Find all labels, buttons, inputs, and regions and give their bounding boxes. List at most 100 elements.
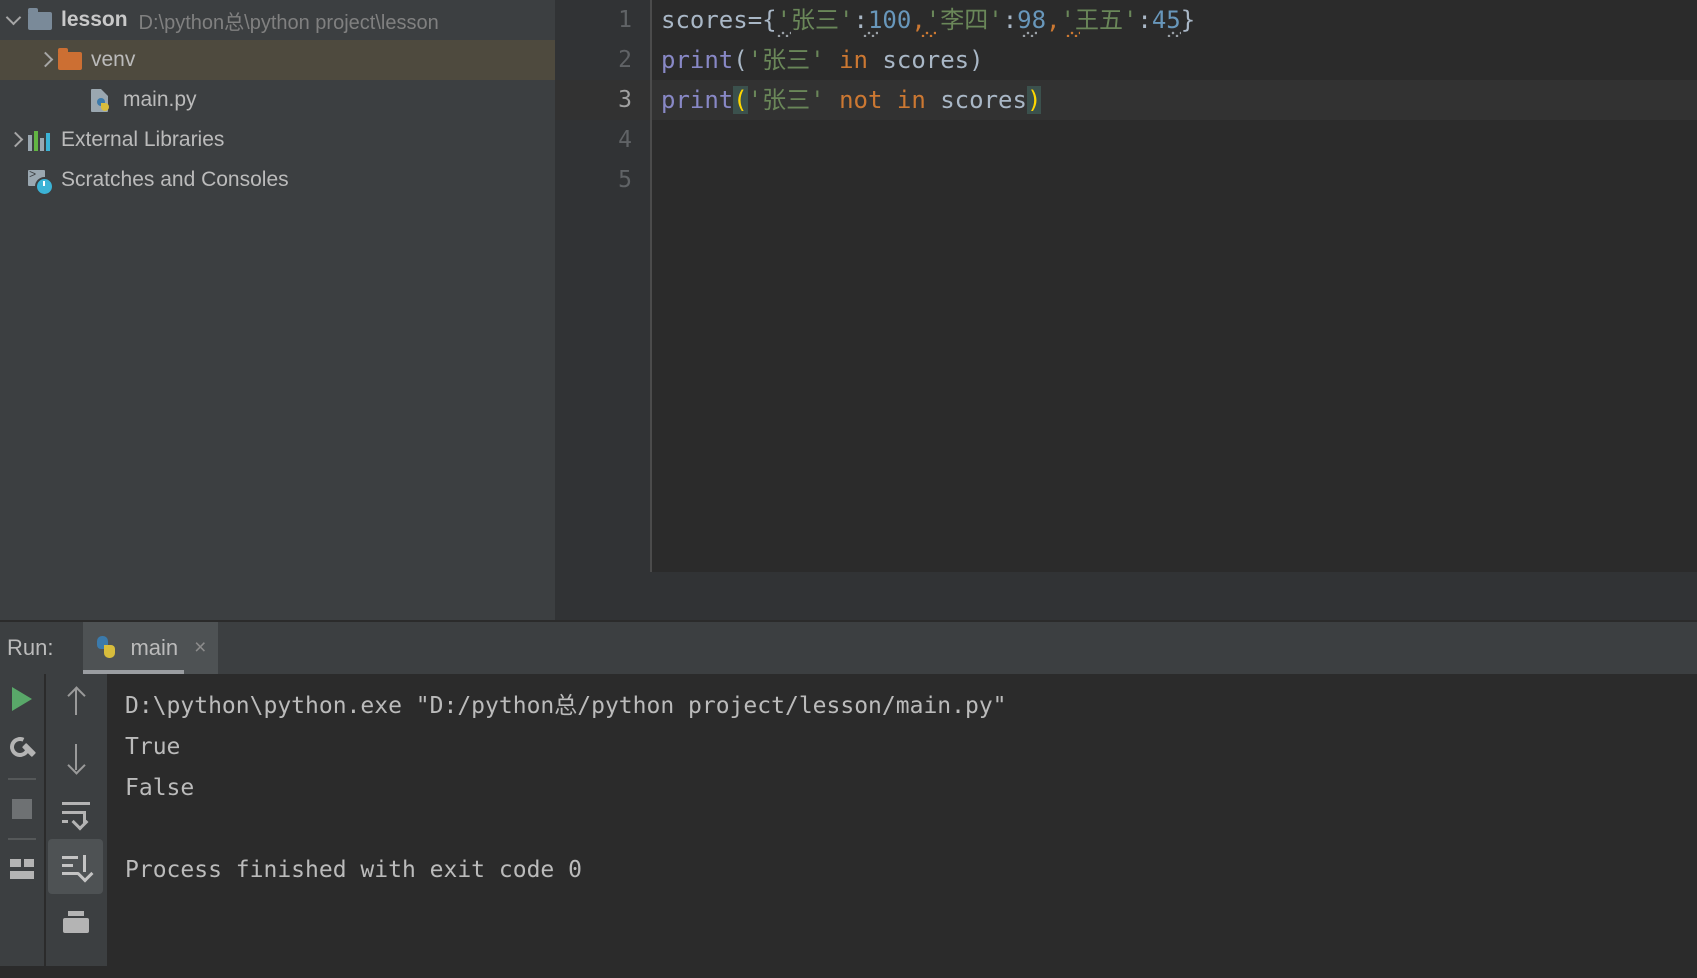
inspection-squiggle: [1065, 31, 1081, 37]
code-token: not: [839, 86, 883, 114]
code-token: '张三': [776, 6, 854, 34]
stop-button[interactable]: [0, 784, 44, 834]
code-token: ): [1026, 86, 1042, 114]
tree-item-label: lesson: [61, 8, 128, 31]
python-file-icon: [88, 87, 116, 113]
tree-item-label: External Libraries: [61, 128, 225, 151]
code-line[interactable]: print('张三' in scores): [652, 40, 1697, 80]
prev-occurrence-button[interactable]: [48, 674, 103, 729]
folder-gray-icon: [26, 7, 54, 33]
code-editor[interactable]: 12345 scores={'张三':100,'李四':98,'王五':45} p…: [555, 0, 1697, 572]
stop-icon: [12, 799, 32, 819]
tree-item-main-py[interactable]: main.py: [0, 80, 555, 120]
tree-item-label: main.py: [123, 88, 197, 111]
wrench-icon: [9, 736, 35, 762]
gutter-line-number: 4: [618, 127, 632, 153]
inspection-squiggle: [863, 31, 878, 37]
code-text-area[interactable]: scores={'张三':100,'李四':98,'王五':45} print('…: [652, 0, 1697, 572]
code-token: :: [1137, 6, 1152, 34]
run-panel-header: Run: main ×: [0, 622, 1697, 674]
tree-item-lesson[interactable]: lesson D:\python总\python project\lesson: [0, 0, 555, 40]
play-icon: [12, 687, 32, 711]
console-output[interactable]: D:\python\python.exe "D:/python总/python …: [107, 674, 1697, 978]
code-line[interactable]: print('张三' not in scores): [652, 80, 1697, 120]
soft-wrap-icon: [61, 800, 90, 830]
printer-icon: [62, 910, 89, 933]
folder-orange-icon: [56, 47, 84, 73]
chevron-down-icon[interactable]: [4, 9, 26, 31]
console-line: False: [125, 775, 195, 801]
code-line[interactable]: scores={'张三':100,'李四':98,'王五':45}: [652, 0, 1697, 40]
code-token: '张三': [747, 86, 825, 114]
toolbar-separator: [8, 838, 36, 840]
tree-item-venv[interactable]: venv: [0, 40, 555, 80]
run-label: Run:: [7, 635, 54, 660]
tree-item-scratches-and-consoles[interactable]: Scratches and Consoles: [0, 160, 555, 200]
arrow-up-icon: [65, 687, 87, 717]
code-token: scores: [882, 46, 970, 74]
layout-button[interactable]: [0, 844, 44, 894]
code-token: ,: [1046, 6, 1061, 34]
gutter-line-number: 2: [618, 47, 632, 73]
code-token: }: [1180, 6, 1196, 34]
libraries-bars-icon: [26, 127, 54, 153]
project-tool-window: lesson D:\python总\python project\lesson ve…: [0, 0, 555, 620]
scroll-to-end-icon: [61, 854, 93, 882]
gutter-line-number: 5: [618, 167, 632, 193]
project-tree: lesson D:\python总\python project\lesson ve…: [0, 0, 555, 200]
console-line: True: [125, 734, 181, 760]
code-token: print: [661, 86, 734, 114]
tree-item-external-libraries[interactable]: External Libraries: [0, 120, 555, 160]
code-token: ,: [911, 6, 926, 34]
tree-item-label: venv: [91, 48, 136, 71]
scroll-to-end-button[interactable]: [48, 839, 103, 894]
inspection-squiggle: [776, 31, 792, 37]
close-icon[interactable]: ×: [194, 636, 206, 660]
code-line[interactable]: [652, 160, 1697, 200]
console-line: D:\python\python.exe "D:/python总/python …: [125, 693, 1007, 719]
code-token: '张三': [747, 46, 825, 74]
code-token: scores: [940, 86, 1027, 114]
code-token: {: [762, 6, 777, 34]
run-toolbar-secondary: [48, 674, 103, 966]
print-button[interactable]: [48, 894, 103, 949]
editor-gutter[interactable]: 1 2 3 4 5: [555, 0, 650, 572]
chevron-right-icon[interactable]: [4, 129, 26, 151]
pycharm-window: lesson D:\python总\python project\lesson ve…: [0, 0, 1697, 978]
scratches-clock-icon: [26, 167, 54, 196]
next-occurrence-button[interactable]: [48, 729, 103, 784]
code-token: ): [969, 46, 984, 74]
code-token: (: [733, 86, 748, 114]
grid-icon: [10, 859, 34, 879]
toolbar-separator: [8, 778, 36, 780]
tree-item-label: Scratches and Consoles: [61, 168, 289, 191]
soft-wrap-button[interactable]: [48, 784, 103, 839]
code-token: (: [733, 46, 748, 74]
run-toolbar-primary: [0, 674, 44, 966]
code-token: print: [661, 46, 734, 74]
rerun-button[interactable]: [0, 674, 44, 724]
code-token: scores: [661, 6, 748, 34]
code-token: 100: [867, 6, 912, 34]
gutter-line-number: 3: [618, 87, 632, 113]
code-token: 45: [1151, 6, 1181, 34]
tree-item-path: D:\python总\python project\lesson: [138, 11, 439, 34]
run-tool-window: Run: main × D:\python\python.exe "D:/pyt…: [0, 620, 1697, 978]
chevron-right-icon[interactable]: [34, 49, 56, 71]
code-token: =: [747, 6, 763, 34]
python-icon: [95, 635, 121, 661]
code-token: '王五': [1060, 6, 1138, 34]
editor-bottom-strip: [555, 572, 1697, 620]
code-line[interactable]: [652, 120, 1697, 160]
run-settings-button[interactable]: [0, 724, 44, 774]
run-tab-label: main: [130, 635, 179, 660]
code-token: in: [839, 46, 868, 74]
run-tab-main[interactable]: main ×: [83, 622, 219, 674]
